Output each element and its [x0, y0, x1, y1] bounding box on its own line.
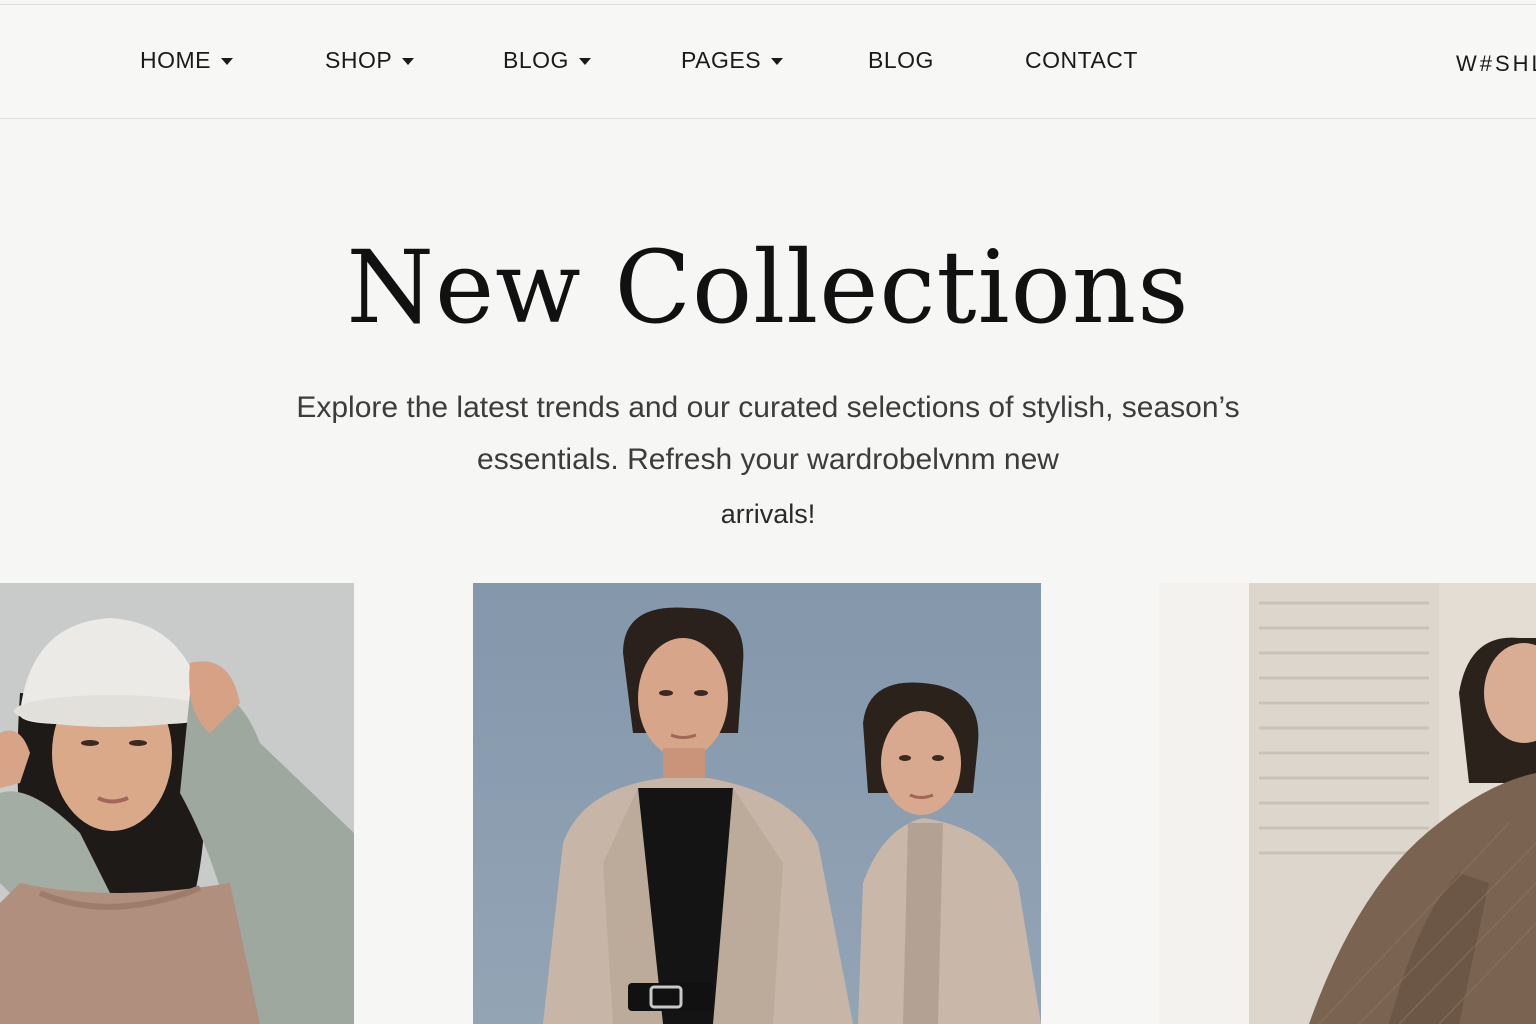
- nav-item-label: HOME: [140, 46, 211, 73]
- nav-item-label: BLOG: [503, 46, 569, 73]
- nav-item-blog-2[interactable]: BLOG: [868, 5, 934, 115]
- hero-title: New Collections: [346, 229, 1190, 346]
- nav-item-home[interactable]: HOME: [140, 5, 233, 115]
- nav-item-label: BLOG: [868, 46, 934, 73]
- nav-item-label: SHOP: [325, 46, 393, 73]
- wishlist-label: W#SHL: [1456, 51, 1536, 76]
- nav-item-shop[interactable]: SHOP: [325, 5, 415, 115]
- site-header: HOME SHOP BLOG PAGES BLOG CONTACT W#SHL: [0, 5, 1536, 119]
- caret-down-icon: [402, 57, 415, 65]
- hero-subtitle-line2: essentials. Refresh your wardrobelvnm ne…: [477, 443, 1059, 476]
- collection-photo-right[interactable]: [1159, 583, 1536, 1024]
- collection-photo-left[interactable]: [0, 583, 354, 1024]
- wishlist-link[interactable]: W#SHL: [1456, 5, 1536, 123]
- photo-woman-bucket-hat: [0, 583, 354, 1024]
- nav-item-contact[interactable]: CONTACT: [1025, 5, 1138, 115]
- nav-item-label: PAGES: [681, 46, 762, 73]
- hero-subtitle-line3: arrivals!: [720, 499, 816, 529]
- caret-down-icon: [221, 57, 233, 65]
- caret-down-icon: [771, 57, 784, 65]
- photo-woman-plaid-blazer: [1159, 583, 1536, 1024]
- collection-photo-center[interactable]: [473, 583, 1041, 1024]
- caret-down-icon: [578, 57, 591, 65]
- photo-two-women-trench: [473, 583, 1041, 1024]
- hero-subtitle-line1: Explore the latest trends and our curate…: [296, 391, 1240, 424]
- nav-item-pages[interactable]: PAGES: [681, 5, 784, 115]
- nav-item-blog[interactable]: BLOG: [503, 5, 591, 115]
- nav-item-label: CONTACT: [1025, 46, 1138, 73]
